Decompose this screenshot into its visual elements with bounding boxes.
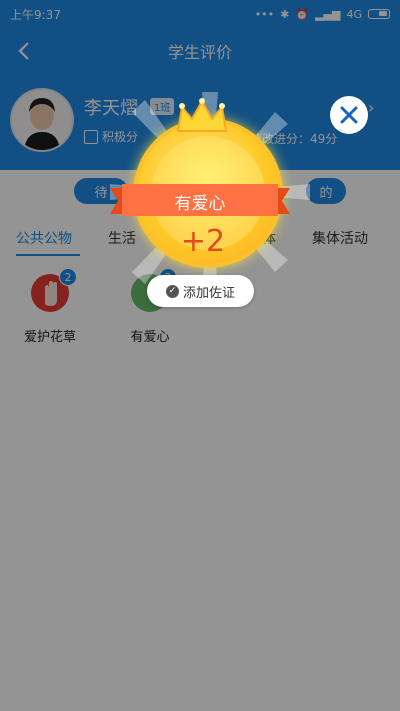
reward-points: +2 xyxy=(180,224,226,259)
add-evidence-label: 添加佐证 xyxy=(182,285,235,301)
reward-title: 有爱心 xyxy=(174,193,226,214)
close-icon xyxy=(340,106,358,124)
check-circle-icon: ✓ xyxy=(165,284,179,298)
crown-icon xyxy=(176,98,228,132)
close-button[interactable] xyxy=(330,96,368,134)
add-evidence-button[interactable]: ✓ 添加佐证 xyxy=(147,275,254,307)
